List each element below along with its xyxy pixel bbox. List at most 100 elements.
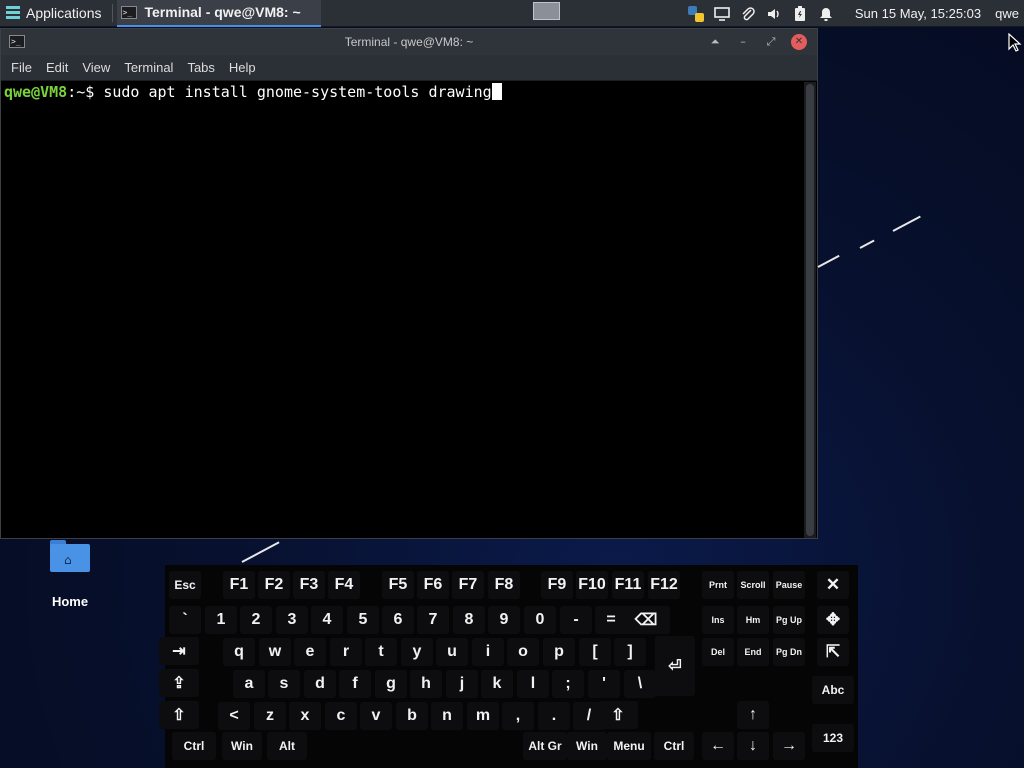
key-v[interactable]: v xyxy=(360,702,392,730)
key-e[interactable]: e xyxy=(294,638,326,666)
key-u[interactable]: u xyxy=(436,638,468,666)
menu-help[interactable]: Help xyxy=(223,60,262,75)
key-backtick[interactable]: ` xyxy=(169,606,201,634)
volume-icon[interactable] xyxy=(765,5,783,23)
key-right-win[interactable]: Win xyxy=(567,732,607,760)
taskbar-terminal-button[interactable]: >_ Terminal - qwe@VM8: ~ xyxy=(116,0,321,27)
key-delete[interactable]: Del xyxy=(702,638,734,666)
key-left-bracket[interactable]: [ xyxy=(579,638,611,666)
key-b[interactable]: b xyxy=(396,702,428,730)
key-alt-gr[interactable]: Alt Gr xyxy=(523,732,567,760)
key-page-up[interactable]: Pg Up xyxy=(773,606,805,634)
menu-view[interactable]: View xyxy=(76,60,116,75)
key-9[interactable]: 9 xyxy=(488,606,520,634)
key-k[interactable]: k xyxy=(481,670,513,698)
caps-lock-icon[interactable]: ⇪ xyxy=(159,669,199,697)
key-a[interactable]: a xyxy=(233,670,265,698)
applications-menu-button[interactable]: Applications xyxy=(0,0,108,27)
key-o[interactable]: o xyxy=(507,638,539,666)
key-comma[interactable]: , xyxy=(502,702,534,730)
close-keyboard-icon[interactable]: ✕ xyxy=(817,571,849,599)
key-1[interactable]: 1 xyxy=(205,606,237,634)
key-0[interactable]: 0 xyxy=(524,606,556,634)
key-pause[interactable]: Pause xyxy=(773,571,805,599)
key-f8[interactable]: F8 xyxy=(488,571,520,599)
key-page-down[interactable]: Pg Dn xyxy=(773,638,805,666)
arrow-up-icon[interactable]: ↑ xyxy=(737,701,769,729)
key-semicolon[interactable]: ; xyxy=(552,670,584,698)
key-g[interactable]: g xyxy=(375,670,407,698)
key-3[interactable]: 3 xyxy=(276,606,308,634)
key-5[interactable]: 5 xyxy=(347,606,379,634)
minimize-icon[interactable]: – xyxy=(735,34,751,50)
key-f3[interactable]: F3 xyxy=(293,571,325,599)
key-print-screen[interactable]: Prnt xyxy=(702,571,734,599)
arrow-right-icon[interactable]: → xyxy=(773,732,805,760)
key-w[interactable]: w xyxy=(259,638,291,666)
key-right-bracket[interactable]: ] xyxy=(614,638,646,666)
arrow-left-icon[interactable]: ← xyxy=(702,732,734,760)
clock[interactable]: Sun 15 May, 15:25:03 xyxy=(855,6,981,21)
key-left-alt[interactable]: Alt xyxy=(267,732,307,760)
menu-file[interactable]: File xyxy=(5,60,38,75)
key-n[interactable]: n xyxy=(431,702,463,730)
key-end[interactable]: End xyxy=(737,638,769,666)
key-i[interactable]: i xyxy=(472,638,504,666)
key-right-ctrl[interactable]: Ctrl xyxy=(654,732,694,760)
key-f5[interactable]: F5 xyxy=(382,571,414,599)
pointer-mode-icon[interactable]: ⇱ xyxy=(817,638,849,666)
key-left-ctrl[interactable]: Ctrl xyxy=(172,732,216,760)
layout-123-button[interactable]: 123 xyxy=(812,724,854,752)
key-6[interactable]: 6 xyxy=(382,606,414,634)
layout-abc-button[interactable]: Abc xyxy=(812,676,854,704)
key-7[interactable]: 7 xyxy=(417,606,449,634)
terminal-scrollbar[interactable] xyxy=(804,82,816,538)
key-d[interactable]: d xyxy=(304,670,336,698)
key-q[interactable]: q xyxy=(223,638,255,666)
python-icon[interactable] xyxy=(687,5,705,23)
terminal-window-icon[interactable]: >_ xyxy=(9,35,25,48)
key-left-win[interactable]: Win xyxy=(222,732,262,760)
tab-icon[interactable]: ⇥ xyxy=(159,637,199,665)
paperclip-icon[interactable] xyxy=(739,5,757,23)
key-backslash[interactable]: \ xyxy=(624,670,656,698)
key-minus[interactable]: - xyxy=(560,606,592,634)
desktop-home-icon[interactable]: ⌂ Home xyxy=(46,540,94,609)
menu-tabs[interactable]: Tabs xyxy=(181,60,220,75)
menu-edit[interactable]: Edit xyxy=(40,60,74,75)
key-2[interactable]: 2 xyxy=(240,606,272,634)
key-c[interactable]: c xyxy=(325,702,357,730)
key-insert[interactable]: Ins xyxy=(702,606,734,634)
user-menu[interactable]: qwe xyxy=(995,6,1019,21)
key-period[interactable]: . xyxy=(538,702,570,730)
left-shift-icon[interactable]: ⇧ xyxy=(159,701,199,729)
close-icon[interactable]: ✕ xyxy=(791,34,807,50)
key-h[interactable]: h xyxy=(410,670,442,698)
terminal-titlebar[interactable]: >_ Terminal - qwe@VM8: ~ ⏶ – ⤢ ✕ xyxy=(1,29,817,55)
move-keyboard-icon[interactable]: ✥ xyxy=(817,606,849,634)
key-x[interactable]: x xyxy=(289,702,321,730)
key-t[interactable]: t xyxy=(365,638,397,666)
key-4[interactable]: 4 xyxy=(311,606,343,634)
key-j[interactable]: j xyxy=(446,670,478,698)
key-y[interactable]: y xyxy=(401,638,433,666)
key-less-than[interactable]: < xyxy=(218,702,250,730)
key-s[interactable]: s xyxy=(268,670,300,698)
key-f9[interactable]: F9 xyxy=(541,571,573,599)
key-f7[interactable]: F7 xyxy=(452,571,484,599)
key-scroll-lock[interactable]: Scroll xyxy=(737,571,769,599)
key-f1[interactable]: F1 xyxy=(223,571,255,599)
scrollbar-thumb[interactable] xyxy=(806,84,814,536)
display-icon[interactable] xyxy=(713,5,731,23)
maximize-icon[interactable]: ⤢ xyxy=(763,34,779,50)
notification-bell-icon[interactable] xyxy=(817,5,835,23)
key-z[interactable]: z xyxy=(254,702,286,730)
key-quote[interactable]: ' xyxy=(588,670,620,698)
key-f4[interactable]: F4 xyxy=(328,571,360,599)
key-r[interactable]: r xyxy=(330,638,362,666)
backspace-icon[interactable]: ⌫ xyxy=(622,606,670,634)
key-f11[interactable]: F11 xyxy=(612,571,644,599)
key-f2[interactable]: F2 xyxy=(258,571,290,599)
key-home[interactable]: Hm xyxy=(737,606,769,634)
key-8[interactable]: 8 xyxy=(453,606,485,634)
